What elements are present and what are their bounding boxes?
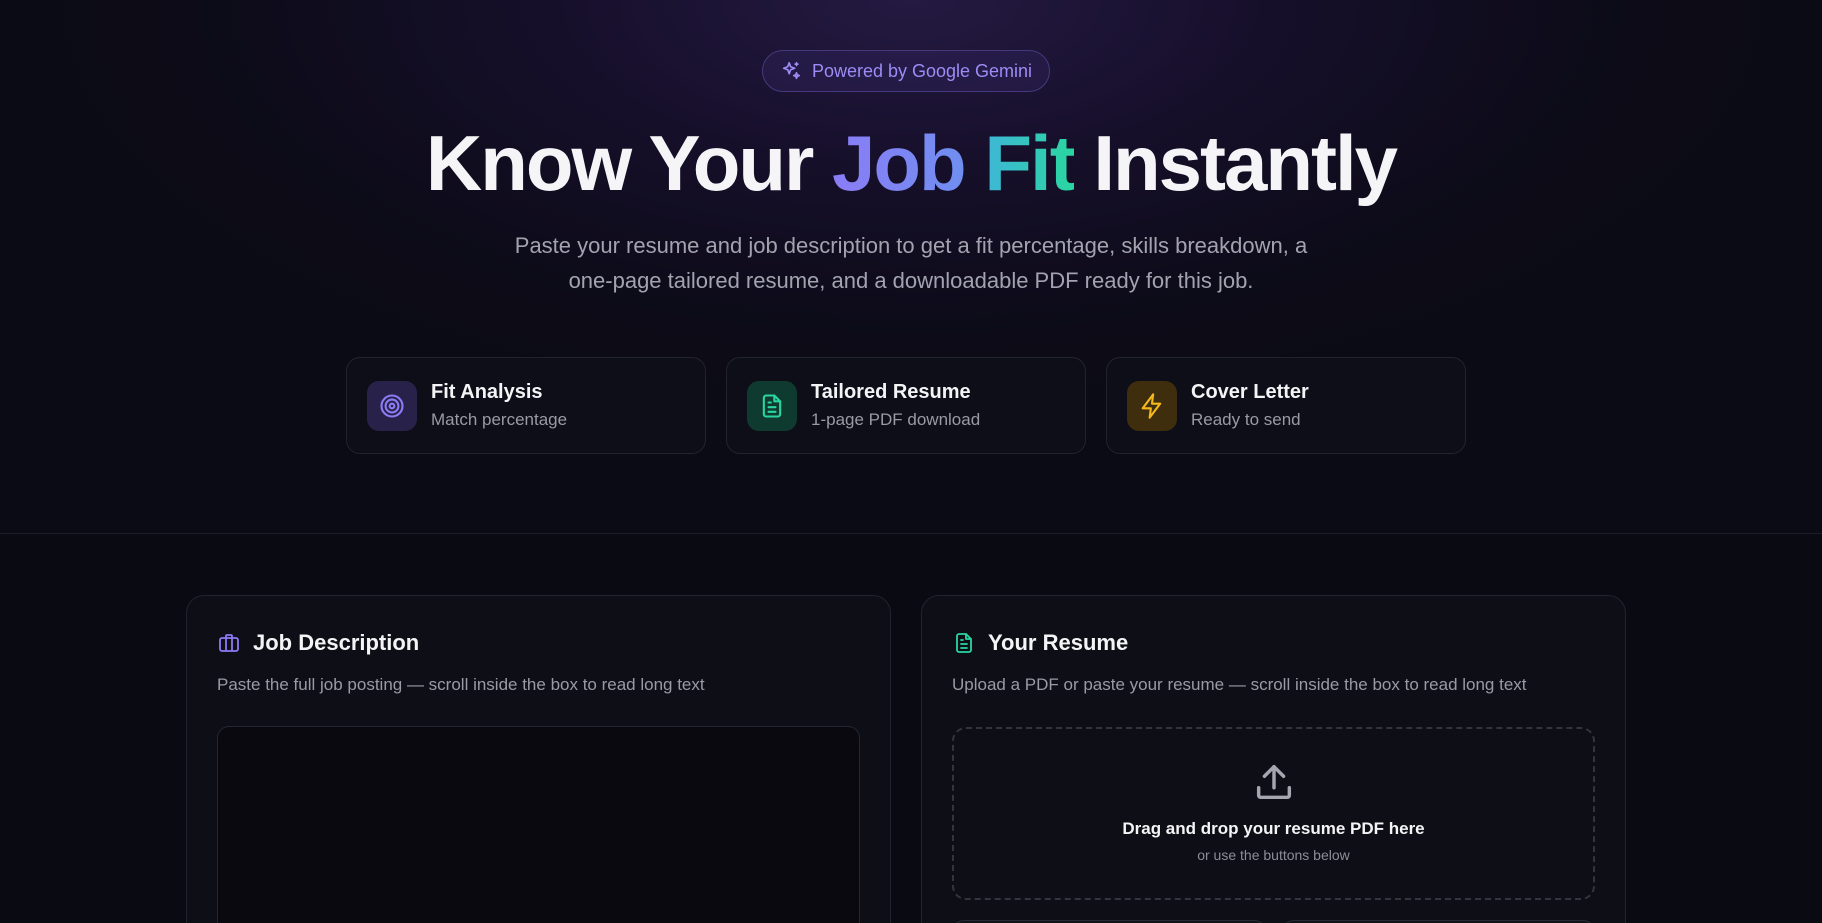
feature-title: Cover Letter [1191, 381, 1309, 403]
powered-by-badge: Powered by Google Gemini [762, 50, 1050, 92]
feature-icon-box [1127, 380, 1177, 431]
sparkles-icon [782, 61, 801, 80]
feature-icon-box [747, 380, 797, 431]
feature-subtitle: Ready to send [1191, 410, 1301, 429]
job-description-hint: Paste the full job posting — scroll insi… [217, 675, 705, 694]
feature-text: Cover Letter Ready to send [1191, 381, 1309, 430]
job-description-panel: Job Description Paste the full job posti… [186, 595, 891, 923]
job-description-title: Job Description [217, 630, 419, 656]
subtitle-line-1: Paste your resume and job description to… [514, 233, 1308, 258]
lightning-icon [1141, 392, 1162, 419]
page-headline: Know Your Job Fit Instantly [0, 118, 1822, 208]
headline-fit: Fit [984, 119, 1075, 207]
badge-label: Powered by Google Gemini [811, 60, 1033, 81]
document-icon [956, 633, 972, 653]
resume-hint: Upload a PDF or paste your resume — scro… [952, 675, 1527, 694]
job-description-textarea[interactable] [217, 726, 860, 923]
target-icon [380, 393, 404, 418]
panel-title-text: Job Description [253, 630, 420, 655]
subtitle-line-2: one-page tailored resume, and a download… [568, 268, 1254, 293]
feature-card-fit-analysis: Fit Analysis Match percentage [346, 357, 706, 454]
resume-title: Your Resume [952, 630, 1128, 656]
dropzone-title: Drag and drop your resume PDF here [1122, 819, 1425, 838]
upload-icon [1256, 764, 1291, 800]
feature-subtitle: Match percentage [431, 410, 568, 429]
headline-part1: Know Your [425, 119, 814, 207]
feature-text: Fit Analysis Match percentage [431, 381, 567, 430]
headline-part2: Instantly [1093, 119, 1398, 207]
feature-text: Tailored Resume 1-page PDF download [811, 381, 980, 430]
document-icon [762, 393, 782, 418]
panel-title-text: Your Resume [988, 630, 1129, 655]
feature-title: Tailored Resume [811, 381, 971, 403]
page: Powered by Google Gemini Know Your Job F… [0, 0, 1822, 923]
headline-job: Job [832, 119, 967, 207]
feature-cards: Fit Analysis Match percentage Tailored R… [346, 357, 1466, 454]
resume-dropzone[interactable]: Drag and drop your resume PDF here or us… [952, 727, 1595, 900]
resume-panel: Your Resume Upload a PDF or paste your r… [921, 595, 1626, 923]
feature-subtitle: 1-page PDF download [811, 410, 981, 429]
dropzone-subtitle: or use the buttons below [1197, 847, 1350, 863]
feature-title: Fit Analysis [431, 381, 543, 403]
hero-section: Powered by Google Gemini Know Your Job F… [0, 0, 1822, 534]
feature-card-tailored-resume: Tailored Resume 1-page PDF download [726, 357, 1086, 454]
briefcase-icon [219, 634, 239, 652]
hero-subtitle: Paste your resume and job description to… [461, 228, 1361, 298]
feature-icon-box [367, 380, 417, 431]
feature-card-cover-letter: Cover Letter Ready to send [1106, 357, 1466, 454]
